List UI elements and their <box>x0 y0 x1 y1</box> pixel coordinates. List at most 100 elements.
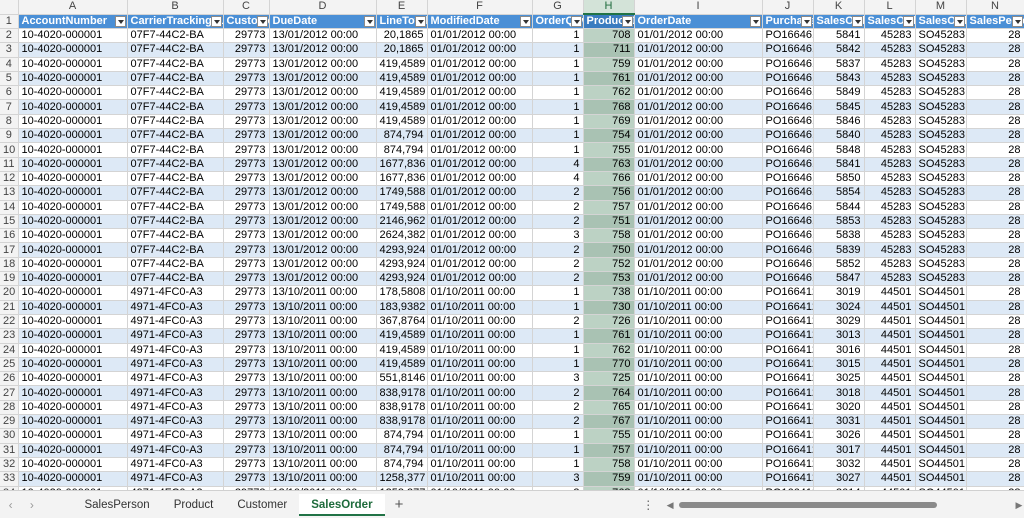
filter-dropdown-icon[interactable] <box>800 15 812 27</box>
cell[interactable]: 01/10/2011 00:00 <box>634 457 763 473</box>
cell[interactable]: 29773 <box>223 57 270 72</box>
cell[interactable]: 13/01/2012 00:00 <box>269 42 377 58</box>
filter-dropdown-icon[interactable] <box>621 16 633 27</box>
cell[interactable]: 2 <box>532 185 584 201</box>
cell[interactable]: 768 <box>583 99 635 115</box>
cell[interactable]: 769 <box>583 114 635 130</box>
cell[interactable]: 01/01/2012 00:00 <box>634 99 763 115</box>
row-number[interactable]: 24 <box>0 343 19 358</box>
row-number[interactable]: 32 <box>0 457 19 473</box>
cell[interactable]: SO45283 <box>915 42 967 58</box>
cell[interactable]: 45283 <box>864 57 916 72</box>
cell[interactable]: PO166461 <box>762 57 814 72</box>
cell[interactable]: 10-4020-000001 <box>18 42 128 58</box>
cell[interactable]: 4 <box>532 171 584 187</box>
cell[interactable]: 01/10/2011 00:00 <box>634 385 763 401</box>
cell[interactable]: 45283 <box>864 200 916 215</box>
cell[interactable]: 4971-4FC0-A3 <box>127 300 224 315</box>
cell[interactable]: 3027 <box>813 471 865 487</box>
cell[interactable]: SO44501 <box>915 357 967 373</box>
cell[interactable]: 13/10/2011 00:00 <box>269 443 377 458</box>
cell[interactable]: 10-4020-000001 <box>18 85 128 101</box>
cell[interactable]: 44501 <box>864 414 916 430</box>
cell[interactable]: 4293,924 <box>376 271 428 287</box>
cell[interactable]: 755 <box>583 142 635 158</box>
row-number[interactable]: 13 <box>0 185 19 201</box>
cell[interactable]: PO166461 <box>762 128 814 144</box>
cell[interactable]: 44501 <box>864 300 916 315</box>
cell[interactable]: 28 <box>966 128 1024 144</box>
cell[interactable]: 28 <box>966 99 1024 115</box>
row-number[interactable]: 22 <box>0 314 19 330</box>
cell[interactable]: 726 <box>583 314 635 330</box>
cell[interactable]: 01/01/2012 00:00 <box>427 185 533 201</box>
cell[interactable]: 759 <box>583 471 635 487</box>
cell[interactable]: 01/01/2012 00:00 <box>427 28 533 44</box>
cell[interactable]: 28 <box>966 343 1024 358</box>
cell[interactable]: 13/10/2011 00:00 <box>269 457 377 473</box>
row-number[interactable]: 10 <box>0 142 19 158</box>
row-number[interactable]: 21 <box>0 300 19 315</box>
column-letter-I[interactable]: I <box>634 0 763 15</box>
cell[interactable]: 13/01/2012 00:00 <box>269 99 377 115</box>
cell[interactable]: 01/01/2012 00:00 <box>427 157 533 172</box>
cell[interactable]: 5849 <box>813 85 865 101</box>
cell[interactable]: 5854 <box>813 185 865 201</box>
cell[interactable]: 45283 <box>864 142 916 158</box>
cell[interactable]: SO45283 <box>915 99 967 115</box>
cell[interactable]: 45283 <box>864 114 916 130</box>
row-number[interactable]: 12 <box>0 171 19 187</box>
cell[interactable]: 29773 <box>223 71 270 87</box>
cell[interactable]: 29773 <box>223 385 270 401</box>
column-letter-F[interactable]: F <box>427 0 533 15</box>
cell[interactable]: 3018 <box>813 385 865 401</box>
cell[interactable]: 1 <box>532 285 584 301</box>
column-letter-M[interactable]: M <box>915 0 967 15</box>
scroll-left-icon[interactable]: ◀ <box>665 499 675 511</box>
cell[interactable]: 838,9178 <box>376 400 428 416</box>
cell[interactable]: 07F7-44C2-BA <box>127 42 224 58</box>
cell[interactable]: 01/01/2012 00:00 <box>634 85 763 101</box>
cell[interactable]: 3 <box>532 471 584 487</box>
cell[interactable]: 13/01/2012 00:00 <box>269 242 377 258</box>
cell[interactable]: 4971-4FC0-A3 <box>127 457 224 473</box>
cell[interactable]: 711 <box>583 42 635 58</box>
cell[interactable]: 29773 <box>223 242 270 258</box>
cell[interactable]: 29773 <box>223 28 270 44</box>
row-number[interactable]: 17 <box>0 242 19 258</box>
column-letter-A[interactable]: A <box>18 0 128 15</box>
cell[interactable]: 10-4020-000001 <box>18 457 128 473</box>
cell[interactable]: PO166412 <box>762 400 814 416</box>
cell[interactable]: 5841 <box>813 28 865 44</box>
cell[interactable]: 3025 <box>813 371 865 387</box>
cell[interactable]: PO166412 <box>762 443 814 458</box>
cell[interactable]: 01/01/2012 00:00 <box>427 200 533 215</box>
filter-dropdown-icon[interactable] <box>210 15 222 27</box>
cell[interactable]: 44501 <box>864 471 916 487</box>
cell[interactable]: 1749,588 <box>376 200 428 215</box>
cell[interactable]: SO45283 <box>915 185 967 201</box>
cell[interactable]: PO166461 <box>762 171 814 187</box>
cell[interactable]: 754 <box>583 128 635 144</box>
cell[interactable]: 5837 <box>813 57 865 72</box>
cell[interactable]: 07F7-44C2-BA <box>127 257 224 273</box>
cell[interactable]: 755 <box>583 428 635 444</box>
cell[interactable]: 01/10/2011 00:00 <box>634 443 763 458</box>
row-number[interactable]: 30 <box>0 428 19 444</box>
cell[interactable]: PO166461 <box>762 28 814 44</box>
cell[interactable]: SO44501 <box>915 343 967 358</box>
horizontal-scrollbar[interactable]: ◀ ▶ <box>665 499 1024 511</box>
cell[interactable]: 44501 <box>864 285 916 301</box>
cell[interactable]: 44501 <box>864 314 916 330</box>
cell[interactable]: 45283 <box>864 257 916 273</box>
cell[interactable]: 28 <box>966 328 1024 344</box>
cell[interactable]: 29773 <box>223 157 270 172</box>
cell[interactable]: 29773 <box>223 457 270 473</box>
column-letter-D[interactable]: D <box>269 0 377 15</box>
cell[interactable]: SO45283 <box>915 171 967 187</box>
cell[interactable]: 4293,924 <box>376 257 428 273</box>
cell[interactable]: 13/01/2012 00:00 <box>269 114 377 130</box>
column-letter-H[interactable]: H <box>583 0 635 15</box>
filter-dropdown-icon[interactable] <box>1011 15 1023 27</box>
cell[interactable]: 13/10/2011 00:00 <box>269 314 377 330</box>
